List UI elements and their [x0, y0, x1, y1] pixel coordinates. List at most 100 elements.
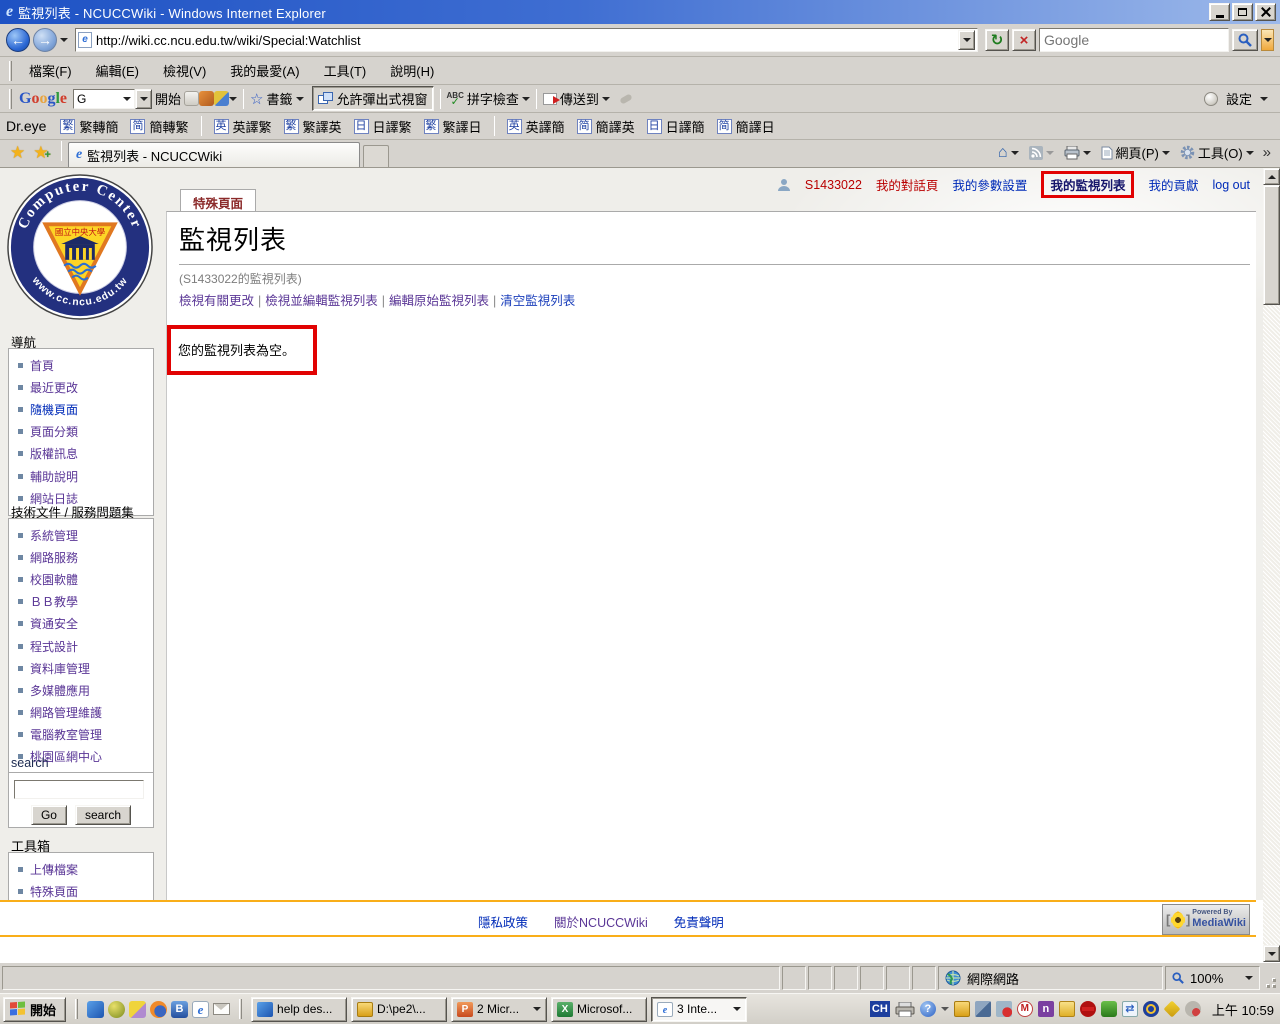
- translate-button[interactable]: 繁繁轉簡: [54, 115, 124, 138]
- scrollbar-thumb[interactable]: [1263, 185, 1280, 305]
- taskbar-button-excel[interactable]: X Microsof...: [551, 997, 647, 1022]
- toolbar-grip[interactable]: [9, 61, 12, 81]
- popup-blocker-button[interactable]: 允許彈出式視窗: [312, 86, 434, 111]
- tools-menu-button[interactable]: 工具(O): [1176, 141, 1258, 164]
- dropdown-arrow-icon[interactable]: [229, 97, 237, 101]
- quicklaunch-mail-icon[interactable]: [213, 1003, 230, 1015]
- vertical-scrollbar[interactable]: [1263, 168, 1280, 962]
- tray-network-icon[interactable]: [975, 1001, 991, 1017]
- search-go-button[interactable]: [1232, 29, 1258, 51]
- search-input[interactable]: [1044, 32, 1224, 48]
- tray-status-ball-icon[interactable]: [1185, 1001, 1201, 1017]
- sidebar-link-programming[interactable]: 程式設計: [30, 638, 78, 655]
- tray-device-icon[interactable]: [1101, 1001, 1117, 1017]
- tray-folder-sync-icon[interactable]: [954, 1001, 970, 1017]
- sidebar-link-help[interactable]: 輔助說明: [30, 468, 78, 485]
- translate-button[interactable]: 简簡譯英: [571, 115, 641, 138]
- disclaimer-link[interactable]: 免責聲明: [674, 912, 724, 931]
- my-talk-link[interactable]: 我的對話頁: [876, 175, 939, 194]
- sidebar-link-special-pages[interactable]: 特殊頁面: [30, 883, 78, 900]
- about-link[interactable]: 關於NCUCCWiki: [554, 912, 648, 931]
- quicklaunch-app-icon[interactable]: B: [171, 1001, 188, 1018]
- special-page-tab[interactable]: 特殊頁面: [180, 189, 256, 211]
- zoom-pane[interactable]: 100%: [1165, 966, 1260, 990]
- sidebar-link-bb-teaching[interactable]: ＢＢ教學: [30, 593, 78, 610]
- tray-wireless-icon[interactable]: [1143, 1001, 1159, 1017]
- sidebar-link-copyright[interactable]: 版權訊息: [30, 445, 78, 462]
- quicklaunch-helpdesk-icon[interactable]: [87, 1001, 104, 1018]
- home-button[interactable]: ⌂: [994, 142, 1023, 164]
- highlighter-icon[interactable]: [619, 93, 632, 104]
- google-search-dropdown[interactable]: [135, 89, 152, 109]
- stop-button[interactable]: ×: [1012, 29, 1036, 51]
- url-text[interactable]: http://wiki.cc.ncu.edu.tw/wiki/Special:W…: [96, 33, 954, 48]
- back-button[interactable]: ←: [6, 28, 30, 52]
- translate-button[interactable]: 日日譯簡: [641, 115, 711, 138]
- sidebar-link-network-service[interactable]: 網路服務: [30, 549, 78, 566]
- forward-button[interactable]: →: [33, 28, 57, 52]
- print-button[interactable]: [1060, 144, 1095, 162]
- tray-folder-icon[interactable]: [1059, 1001, 1075, 1017]
- taskbar-button-ie-group[interactable]: e 3 Inte...: [651, 997, 747, 1022]
- browser-tab-active[interactable]: e 監視列表 - NCUCCWiki: [68, 142, 360, 167]
- translate-button[interactable]: 英英譯繁: [208, 115, 278, 138]
- favorites-center-icon[interactable]: ★: [10, 143, 25, 163]
- search-box[interactable]: [1039, 28, 1229, 52]
- history-dropdown-icon[interactable]: [60, 38, 68, 42]
- menu-favorites[interactable]: 我的最愛(A): [218, 57, 311, 84]
- my-watchlist-link-highlighted[interactable]: 我的監視列表: [1041, 171, 1134, 198]
- sidebar-link-recent-changes[interactable]: 最近更改: [30, 379, 78, 396]
- view-related-changes-link[interactable]: 檢視有關更改: [179, 294, 254, 308]
- sidebar-link-database[interactable]: 資料庫管理: [30, 660, 90, 677]
- bookmark-star-icon[interactable]: ☆: [250, 90, 263, 108]
- quicklaunch-ie-icon[interactable]: e: [192, 1001, 209, 1018]
- clear-watchlist-link[interactable]: 清空監視列表: [500, 294, 575, 308]
- taskbar-button-helpdesk[interactable]: help des...: [251, 997, 347, 1022]
- go-button[interactable]: Go: [31, 805, 67, 825]
- close-button[interactable]: [1255, 3, 1276, 21]
- search-options-button[interactable]: [1261, 29, 1274, 51]
- search-button[interactable]: search: [75, 805, 131, 825]
- sidebar-link-categories[interactable]: 頁面分類: [30, 423, 78, 440]
- scroll-down-button[interactable]: [1263, 945, 1280, 962]
- google-start-button[interactable]: 開始: [155, 89, 181, 108]
- toolbar-grip[interactable]: [9, 89, 12, 109]
- translate-button[interactable]: 简簡譯日: [711, 115, 781, 138]
- sidebar-link-random-page[interactable]: 隨機頁面: [30, 401, 78, 418]
- edit-raw-watchlist-link[interactable]: 編輯原始監視列表: [389, 294, 489, 308]
- sidebar-link-sysadmin[interactable]: 系統管理: [30, 527, 78, 544]
- toolbar-apps-icon[interactable]: [214, 91, 229, 106]
- translate-button[interactable]: 繁繁譯英: [278, 115, 348, 138]
- sidebar-link-upload[interactable]: 上傳檔案: [30, 861, 78, 878]
- username-link[interactable]: S1433022: [805, 178, 862, 192]
- taskbar-button-powerpoint-group[interactable]: P 2 Micr...: [451, 997, 547, 1022]
- quicklaunch-firefox-icon[interactable]: [150, 1001, 167, 1018]
- scroll-up-button[interactable]: [1263, 168, 1280, 185]
- translate-button[interactable]: 日日譯繁: [348, 115, 418, 138]
- minimize-button[interactable]: [1209, 3, 1230, 21]
- spellcheck-button[interactable]: 拼字檢查: [467, 89, 519, 108]
- tray-sync-icon[interactable]: ⇄: [1122, 1001, 1138, 1017]
- toolbar-badge-icon[interactable]: [184, 91, 199, 106]
- menu-tools[interactable]: 工具(T): [312, 57, 379, 84]
- send-to-button[interactable]: 傳送到: [560, 89, 599, 108]
- sidebar-link-multimedia[interactable]: 多媒體應用: [30, 682, 90, 699]
- menu-edit[interactable]: 編輯(E): [84, 57, 151, 84]
- privacy-policy-link[interactable]: 隱私政策: [478, 912, 528, 931]
- view-edit-watchlist-link[interactable]: 檢視並編輯監視列表: [265, 294, 378, 308]
- settings-button[interactable]: 設定: [1226, 89, 1252, 108]
- sidebar-link-computer-room[interactable]: 電腦教室管理: [30, 726, 102, 743]
- tray-diamond-icon[interactable]: [1163, 1001, 1180, 1018]
- sidebar-link-security[interactable]: 資通安全: [30, 615, 78, 632]
- url-field[interactable]: e http://wiki.cc.ncu.edu.tw/wiki/Special…: [75, 28, 978, 52]
- menu-view[interactable]: 檢視(V): [151, 57, 218, 84]
- quicklaunch-orb-icon[interactable]: [108, 1001, 125, 1018]
- sidebar-link-home[interactable]: 首頁: [30, 357, 54, 374]
- site-logo[interactable]: Computer Center www.cc.ncu.edu.tw 國立中央大學: [6, 173, 154, 321]
- feeds-button[interactable]: [1025, 144, 1058, 162]
- dropdown-arrow-icon[interactable]: [296, 97, 304, 101]
- wiki-search-input[interactable]: [14, 780, 144, 799]
- toolbar-gallery-icon[interactable]: [199, 91, 214, 106]
- tray-collapse-chevron[interactable]: [941, 1007, 949, 1011]
- google-search-select[interactable]: G: [73, 89, 135, 109]
